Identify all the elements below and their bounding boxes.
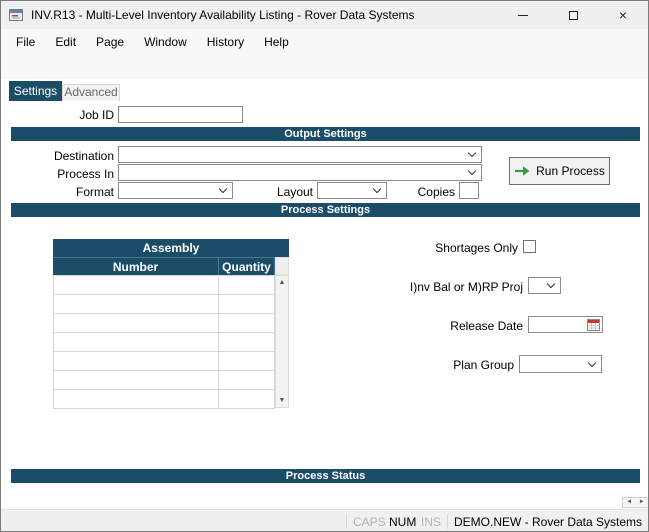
- scrollbar-corner: [275, 257, 289, 275]
- menu-page[interactable]: Page: [86, 29, 134, 55]
- release-date-input[interactable]: [529, 317, 585, 332]
- maximize-icon: [569, 11, 578, 20]
- chevron-down-icon: [219, 185, 227, 193]
- calendar-icon: [587, 318, 600, 331]
- number-cell[interactable]: [54, 352, 219, 371]
- quantity-cell[interactable]: [219, 276, 275, 295]
- close-button[interactable]: ×: [598, 1, 648, 29]
- session-context: DEMO.NEW - Rover Data Systems: [454, 515, 642, 529]
- shortages-only-checkbox[interactable]: [523, 240, 536, 253]
- chevron-down-icon: [588, 359, 596, 367]
- release-date-label: Release Date: [401, 319, 523, 334]
- assembly-scrollbar[interactable]: ▲ ▼: [275, 275, 289, 408]
- app-icon: [8, 7, 24, 23]
- assembly-table-title: Assembly: [53, 239, 289, 257]
- caps-indicator: CAPS: [353, 515, 386, 529]
- scroll-down-button[interactable]: ▼: [276, 394, 288, 407]
- copies-input[interactable]: [459, 182, 479, 199]
- number-cell[interactable]: [54, 371, 219, 390]
- table-row: [54, 276, 275, 295]
- layout-label: Layout: [241, 185, 313, 200]
- release-date-field: [528, 316, 603, 333]
- app-window: INV.R13 - Multi-Level Inventory Availabi…: [0, 0, 649, 532]
- table-row: [54, 371, 275, 390]
- chevron-down-icon: [468, 167, 476, 175]
- window-title: INV.R13 - Multi-Level Inventory Availabi…: [31, 8, 415, 22]
- plan-group-label: Plan Group: [391, 358, 514, 373]
- run-arrow-icon: [514, 165, 530, 177]
- horizontal-scrollbar[interactable]: ◄ ►: [622, 497, 649, 508]
- table-row: [54, 333, 275, 352]
- run-process-label: Run Process: [536, 164, 605, 178]
- menu-history[interactable]: History: [197, 29, 254, 55]
- scroll-left-button[interactable]: ◄: [623, 498, 636, 507]
- process-settings-header: Process Settings: [11, 203, 640, 217]
- maximize-button[interactable]: [548, 1, 598, 29]
- number-cell[interactable]: [54, 333, 219, 352]
- assembly-table-header-row: Number Quantity: [53, 257, 289, 275]
- menu-file[interactable]: File: [6, 29, 45, 55]
- number-cell[interactable]: [54, 295, 219, 314]
- column-header-quantity: Quantity: [219, 257, 275, 275]
- chevron-down-icon: [468, 149, 476, 157]
- chevron-down-icon: [373, 185, 381, 193]
- number-cell[interactable]: [54, 314, 219, 333]
- assembly-rows: [53, 275, 275, 409]
- quantity-cell[interactable]: [219, 390, 275, 409]
- ins-indicator: INS: [421, 515, 441, 529]
- menu-window[interactable]: Window: [134, 29, 197, 55]
- inv-bal-select[interactable]: [528, 277, 561, 294]
- process-status-header: Process Status: [11, 469, 640, 483]
- format-label: Format: [11, 185, 114, 200]
- process-in-select[interactable]: [118, 164, 482, 181]
- quantity-cell[interactable]: [219, 371, 275, 390]
- layout-select[interactable]: [317, 182, 387, 199]
- title-bar: INV.R13 - Multi-Level Inventory Availabi…: [1, 1, 648, 29]
- menu-help[interactable]: Help: [254, 29, 299, 55]
- menu-bar: File Edit Page Window History Help: [1, 29, 648, 55]
- minimize-icon: [518, 15, 528, 16]
- process-in-label: Process In: [11, 167, 114, 182]
- status-bar: CAPS NUM INS DEMO.NEW - Rover Data Syste…: [1, 509, 648, 532]
- tab-settings[interactable]: Settings: [9, 81, 62, 101]
- scroll-up-button[interactable]: ▲: [276, 276, 288, 289]
- statusbar-separator: [346, 514, 347, 529]
- shortages-only-label: Shortages Only: [401, 241, 518, 256]
- format-select[interactable]: [118, 182, 233, 199]
- scroll-right-button[interactable]: ►: [636, 498, 649, 507]
- output-settings-header: Output Settings: [11, 127, 640, 141]
- statusbar-separator: [447, 514, 448, 529]
- main-toolbar: ? ×: [1, 55, 648, 79]
- quantity-cell[interactable]: [219, 295, 275, 314]
- destination-label: Destination: [11, 149, 114, 164]
- table-row: [54, 352, 275, 371]
- table-row: [54, 295, 275, 314]
- close-icon: ×: [619, 8, 627, 22]
- quantity-cell[interactable]: [219, 333, 275, 352]
- calendar-button[interactable]: [586, 318, 601, 331]
- number-cell[interactable]: [54, 276, 219, 295]
- copies-label: Copies: [394, 185, 455, 200]
- inv-bal-label: I)nv Bal or M)RP Proj: [361, 280, 523, 295]
- number-cell[interactable]: [54, 390, 219, 409]
- minimize-button[interactable]: [498, 1, 548, 29]
- destination-select[interactable]: [118, 146, 482, 163]
- quantity-cell[interactable]: [219, 314, 275, 333]
- job-id-input[interactable]: [118, 106, 243, 123]
- assembly-table: Assembly Number Quantity ▲ ▼: [53, 239, 289, 409]
- column-header-number: Number: [53, 257, 219, 275]
- chevron-down-icon: [547, 280, 555, 288]
- job-id-label: Job ID: [11, 108, 114, 123]
- plan-group-select[interactable]: [519, 355, 602, 373]
- table-row: [54, 390, 275, 409]
- quantity-cell[interactable]: [219, 352, 275, 371]
- run-process-button[interactable]: Run Process: [509, 157, 610, 185]
- tab-advanced[interactable]: Advanced: [62, 84, 120, 101]
- menu-edit[interactable]: Edit: [45, 29, 86, 55]
- num-indicator: NUM: [389, 515, 416, 529]
- table-row: [54, 314, 275, 333]
